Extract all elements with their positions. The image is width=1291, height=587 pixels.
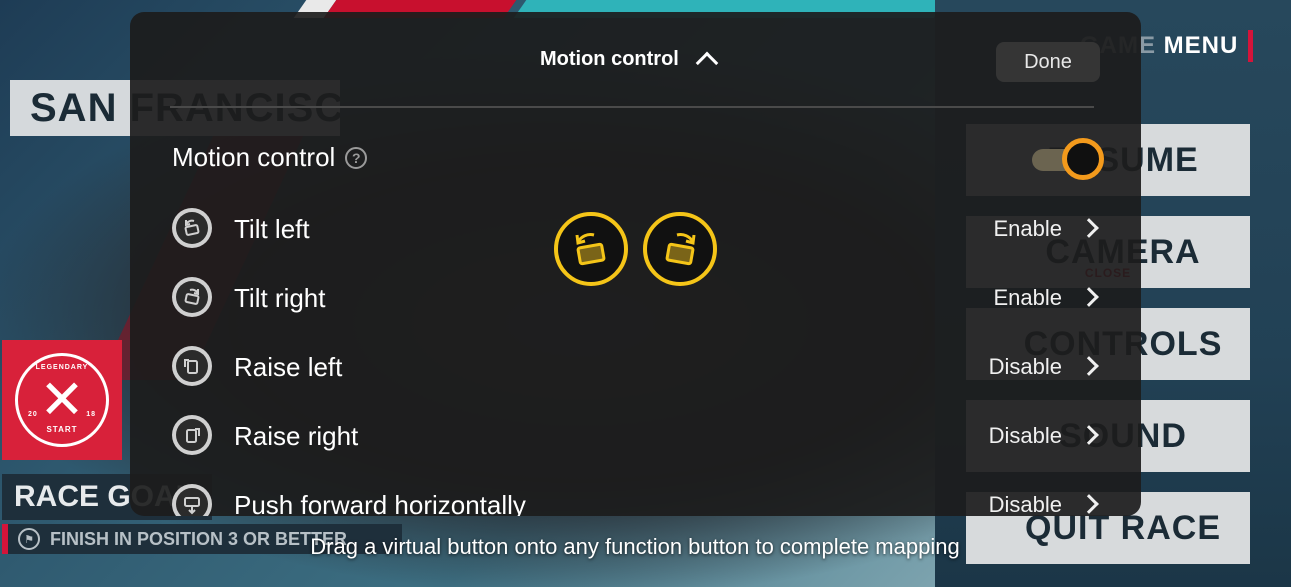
- tilt-left-virtual-button[interactable]: [554, 212, 628, 286]
- crossed-wrenches-icon: ✕: [39, 370, 85, 430]
- badge-ring: LEGENDARY ✕ 20 18 START: [15, 353, 109, 447]
- motion-control-toggle[interactable]: [1032, 138, 1104, 180]
- chevron-right-icon: [1079, 287, 1099, 307]
- header-divider: [170, 106, 1094, 108]
- function-label: Tilt right: [234, 283, 326, 313]
- raise-right-icon: [172, 415, 212, 455]
- function-status: Enable: [993, 216, 1062, 241]
- function-row-tilt-right[interactable]: Tilt right Enable: [172, 277, 1102, 321]
- motion-control-label-wrap: Motion control ?: [172, 142, 368, 173]
- function-status: Disable: [988, 354, 1062, 379]
- function-row-push-forward[interactable]: Push forward horizontally Disable: [172, 484, 1102, 516]
- badge-top-text: LEGENDARY: [35, 364, 89, 371]
- badge-left-text: 20: [28, 411, 38, 418]
- push-forward-icon: [172, 484, 212, 516]
- motion-control-label: Motion control: [172, 142, 336, 172]
- dialog-header: Motion control Done: [130, 12, 1141, 108]
- chevron-right-icon: [1079, 356, 1099, 376]
- function-row-raise-right[interactable]: Raise right Disable: [172, 415, 1102, 459]
- tilt-right-icon: [665, 233, 696, 266]
- legendary-start-badge: LEGENDARY ✕ 20 18 START: [2, 340, 122, 460]
- chevron-right-icon: [1079, 494, 1099, 514]
- function-status: Disable: [988, 492, 1062, 516]
- function-status: Disable: [988, 423, 1062, 448]
- chevron-up-icon[interactable]: [695, 51, 719, 74]
- mapping-hint: Drag a virtual button onto any function …: [310, 534, 960, 559]
- motion-control-row: Motion control ?: [172, 138, 1104, 180]
- help-icon[interactable]: ?: [345, 146, 368, 169]
- badge-bottom-text: START: [46, 425, 78, 434]
- function-label: Tilt left: [234, 214, 310, 244]
- function-label: Raise right: [234, 421, 359, 451]
- game-menu-title-main: MENU: [1163, 32, 1239, 59]
- raise-left-icon: [172, 346, 212, 386]
- function-row-tilt-left[interactable]: Tilt left Enable: [172, 208, 1102, 252]
- dialog-title-label: Motion control: [540, 48, 679, 70]
- dialog-title[interactable]: Motion control: [540, 48, 719, 74]
- badge-right-text: 18: [86, 411, 96, 418]
- tilt-left-icon: [172, 208, 212, 248]
- tilt-right-icon: [172, 277, 212, 317]
- tilt-left-icon: [575, 233, 606, 266]
- done-button[interactable]: Done: [996, 42, 1100, 82]
- toggle-knob: [1062, 138, 1104, 180]
- chevron-right-icon: [1079, 218, 1099, 238]
- tilt-right-virtual-button[interactable]: [643, 212, 717, 286]
- chevron-right-icon: [1079, 425, 1099, 445]
- motion-control-dialog: Motion control Done Motion control ? Til…: [130, 12, 1141, 516]
- function-label: Push forward horizontally: [234, 490, 526, 516]
- function-row-raise-left[interactable]: Raise left Disable: [172, 346, 1102, 390]
- function-label: Raise left: [234, 352, 343, 382]
- function-status: Enable: [993, 285, 1062, 310]
